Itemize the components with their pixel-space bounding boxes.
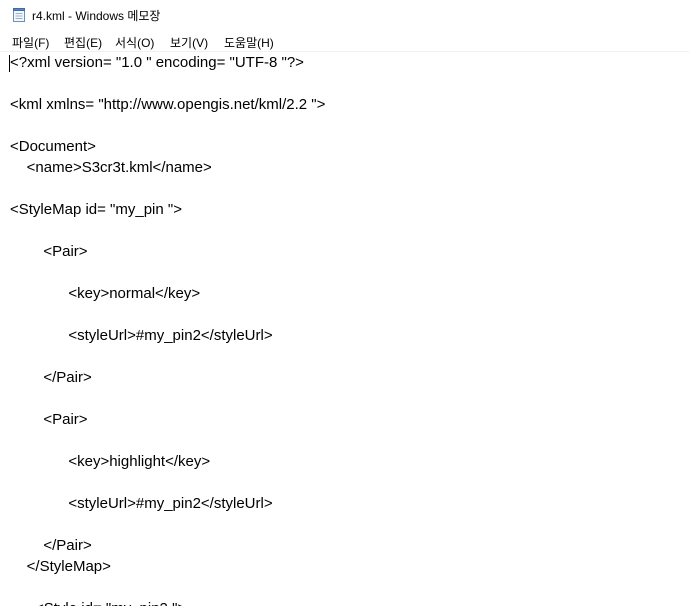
menu-format[interactable]: 서식(O) [115,34,154,51]
editor-content[interactable]: <?xml version= "1.0 " encoding= "UTF-8 "… [10,52,325,606]
menu-bar: 파일(F) 편집(E) 서식(O) 보기(V) 도움말(H) [0,31,689,51]
window-title: r4.kml - Windows 메모장 [32,9,161,23]
notepad-window: r4.kml - Windows 메모장 파일(F) 편집(E) 서식(O) 보… [0,0,689,606]
notepad-icon [13,8,25,22]
text-editor[interactable]: <?xml version= "1.0 " encoding= "UTF-8 "… [0,52,689,606]
menu-help[interactable]: 도움말(H) [224,34,274,51]
menu-file[interactable]: 파일(F) [12,34,49,51]
menu-view[interactable]: 보기(V) [170,34,208,51]
title-bar[interactable]: r4.kml - Windows 메모장 [0,0,689,31]
menu-edit[interactable]: 편집(E) [64,34,102,51]
